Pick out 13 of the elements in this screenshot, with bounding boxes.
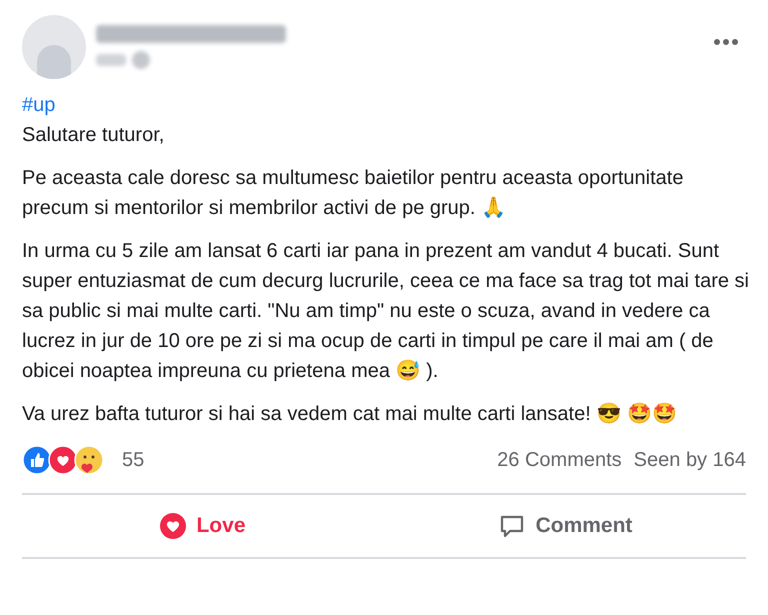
reaction-count: 55: [122, 448, 144, 473]
blurred-timestamp: [96, 54, 126, 66]
comment-button[interactable]: Comment: [384, 495, 746, 557]
hashtag-link[interactable]: #up: [22, 94, 56, 116]
post-paragraph: Pe aceasta cale doresc sa multumesc baietilor pentru aceasta oportunitate precum si mentorilor si membrilor activi de pe grup. 🙏: [22, 166, 684, 221]
blurred-globe-icon: [132, 51, 150, 69]
more-options-icon[interactable]: [714, 39, 738, 45]
love-button[interactable]: Love: [22, 495, 384, 557]
comments-count[interactable]: 26 Comments: [497, 445, 622, 475]
seen-count: Seen by 164: [634, 448, 746, 473]
post-paragraph: In urma cu 5 zile am lansat 6 carti iar pana in prezent am vandut 4 bucati. Sunt super entuziasmat de cum decurg lucrurile, ceea ce ma face sa trag tot mai tare si sa public si mai multe carti. "Nu am timp" nu este o scuza, avand in vedere ca lucrez in jur de 10 ore pe zi si ma ocup de carti in timpul pe care il mai am ( de obicei noaptea impreuna cu prietena mea 😅 ).: [22, 239, 750, 384]
post-paragraph: Va urez bafta tuturor si hai sa vedem cat mai multe carti lansate! 😎 🤩🤩: [22, 402, 678, 427]
post-greeting: Salutare tuturor,: [22, 124, 164, 146]
